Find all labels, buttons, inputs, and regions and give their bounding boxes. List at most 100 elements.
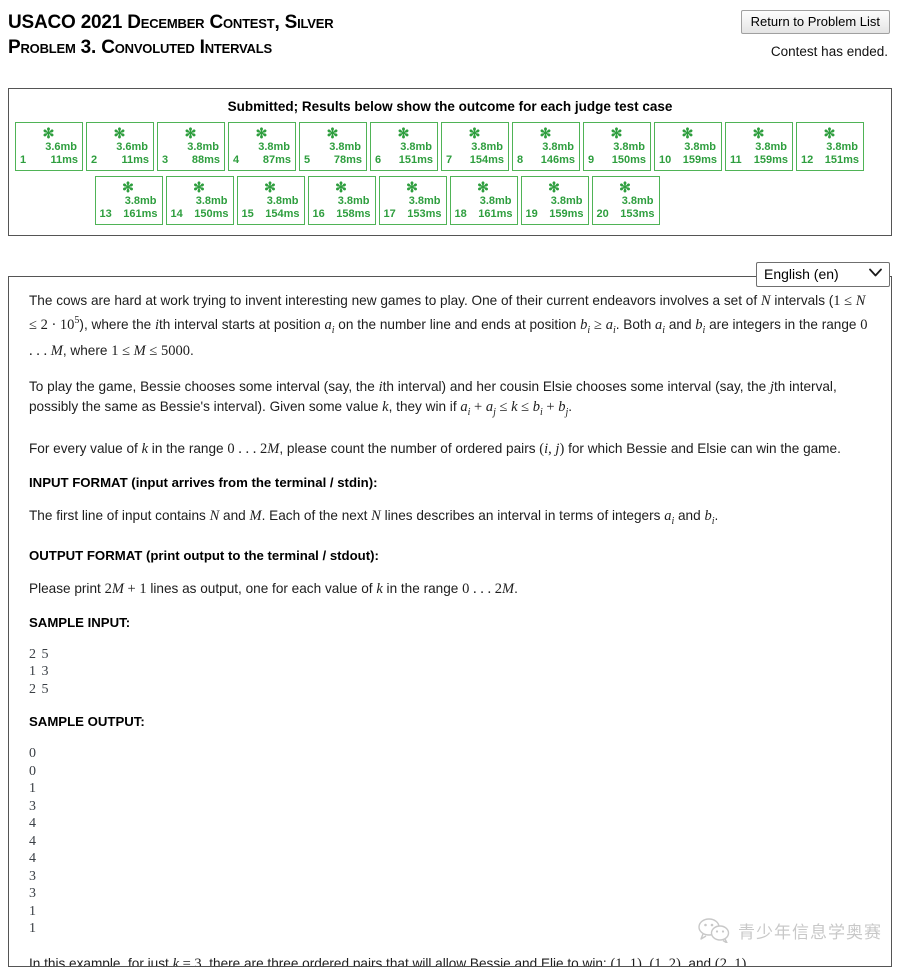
test-case-footer: 3 88ms (161, 154, 220, 167)
test-case-number: 1 (20, 154, 27, 166)
test-case-number: 13 (99, 208, 112, 220)
test-case-footer: 17 153ms (383, 208, 442, 221)
language-select-value: English (en) (764, 266, 839, 282)
problem-statement-panel: The cows are hard at work trying to inve… (8, 276, 892, 967)
test-case-time: 153ms (620, 208, 655, 220)
test-case-memory: 3.8mb (124, 195, 157, 207)
sample-input-heading: SAMPLE INPUT: (29, 614, 131, 630)
problem-paragraph-3: For every value of k in the range 0 . . … (29, 440, 841, 457)
test-case-time: 154ms (265, 208, 300, 220)
test-case-time: 161ms (478, 208, 513, 220)
test-case-number: 5 (304, 154, 311, 166)
test-case-footer: 19 159ms (525, 208, 584, 221)
test-case-box: ✻ 3.8mb 3 88ms (157, 122, 225, 171)
test-case-footer: 9 150ms (587, 154, 646, 167)
test-case-footer: 16 158ms (312, 208, 371, 221)
test-case-box: ✻ 3.8mb 18 161ms (449, 176, 518, 225)
test-case-memory: 3.8mb (337, 195, 370, 207)
test-case-footer: 7 154ms (445, 154, 504, 167)
test-case-pass-icon: ✻ (752, 125, 765, 141)
contest-status-text: Contest has ended. (770, 44, 888, 59)
test-case-pass-icon: ✻ (113, 125, 126, 141)
test-case-footer: 8 146ms (516, 154, 575, 167)
test-case-box: ✻ 3.6mb 1 11ms (15, 122, 83, 171)
test-case-box: ✻ 3.8mb 20 153ms (591, 176, 660, 225)
test-case-footer: 13 161ms (99, 208, 158, 221)
test-case-memory: 3.8mb (684, 141, 716, 153)
test-case-time: 159ms (682, 154, 717, 166)
test-case-box: ✻ 3.8mb 8 146ms (512, 122, 580, 171)
test-case-time: 158ms (336, 208, 371, 220)
test-case-pass-icon: ✻ (468, 125, 481, 141)
test-case-row-2: ✻ 3.8mb 13 161ms ✻ 3.8mb 14 150ms ✻ 3.8mb 15 154ms ✻… (15, 176, 885, 225)
test-case-number: 16 (312, 208, 325, 220)
test-case-footer: 2 11ms (90, 154, 149, 167)
test-case-box: ✻ 3.8mb 9 150ms (583, 122, 651, 171)
test-case-time: 88ms (191, 154, 220, 166)
sample-output-heading: SAMPLE OUTPUT: (29, 714, 145, 729)
test-case-number: 4 (233, 154, 240, 166)
test-case-time: 159ms (549, 208, 584, 220)
test-case-box: ✻ 3.8mb 7 154ms (441, 122, 509, 171)
test-case-time: 153ms (407, 208, 442, 220)
test-case-time: 161ms (123, 208, 158, 220)
test-case-footer: 5 78ms (303, 154, 362, 167)
test-case-time: 146ms (540, 154, 575, 166)
test-case-memory: 3.8mb (613, 141, 645, 153)
test-case-box: ✻ 3.8mb 15 154ms (236, 176, 305, 225)
input-format-heading: INPUT FORMAT (input arrives from the ter… (29, 474, 378, 490)
return-to-problem-list-button[interactable]: Return to Problem List (740, 10, 890, 34)
test-case-memory: 3.8mb (550, 195, 583, 207)
test-case-box: ✻ 3.8mb 4 87ms (228, 122, 296, 171)
test-case-box: ✻ 3.8mb 19 159ms (520, 176, 589, 225)
test-case-footer: 18 161ms (454, 208, 513, 221)
test-case-memory: 3.8mb (329, 141, 361, 153)
test-case-memory: 3.8mb (195, 195, 228, 207)
input-format-text: The first line of input contains N and M… (29, 507, 719, 527)
test-case-number: 20 (596, 208, 609, 220)
test-case-footer: 11 159ms (729, 154, 788, 167)
test-case-box: ✻ 3.8mb 6 151ms (370, 122, 438, 171)
test-case-number: 15 (241, 208, 254, 220)
test-case-number: 8 (517, 154, 524, 166)
test-case-footer: 10 159ms (658, 154, 717, 167)
problem-paragraph-1: The cows are hard at work trying to inve… (29, 293, 868, 359)
test-case-time: 159ms (753, 154, 788, 166)
test-case-pass-icon: ✻ (335, 179, 347, 195)
test-case-memory: 3.8mb (471, 141, 503, 153)
chevron-down-glyph (869, 268, 882, 277)
test-case-memory: 3.8mb (621, 195, 654, 207)
test-case-footer: 4 87ms (232, 154, 291, 167)
test-case-pass-icon: ✻ (406, 179, 418, 195)
test-case-number: 18 (454, 208, 467, 220)
test-case-pass-icon: ✻ (184, 125, 197, 141)
test-case-number: 2 (91, 154, 98, 166)
test-case-pass-icon: ✻ (619, 179, 631, 195)
language-select[interactable]: English (en) (756, 262, 890, 287)
test-case-pass-icon: ✻ (326, 125, 339, 141)
test-case-number: 12 (801, 154, 814, 166)
test-case-pass-icon: ✻ (681, 125, 694, 141)
test-case-pass-icon: ✻ (397, 125, 410, 141)
language-select-container: English (en) (756, 262, 890, 287)
test-case-box: ✻ 3.8mb 5 78ms (299, 122, 367, 171)
test-case-pass-icon: ✻ (122, 179, 134, 195)
test-case-memory: 3.6mb (45, 141, 77, 153)
test-case-footer: 1 11ms (19, 154, 78, 167)
test-case-footer: 14 150ms (170, 208, 229, 221)
test-case-number: 9 (588, 154, 595, 166)
test-case-memory: 3.8mb (755, 141, 787, 153)
test-case-memory: 3.8mb (479, 195, 512, 207)
test-case-number: 3 (162, 154, 169, 166)
test-case-footer: 12 151ms (800, 154, 859, 167)
test-case-time: 150ms (611, 154, 646, 166)
test-case-footer: 20 153ms (596, 208, 655, 221)
test-case-pass-icon: ✻ (264, 179, 276, 195)
test-case-box: ✻ 3.8mb 14 150ms (165, 176, 234, 225)
problem-paragraph-2: To play the game, Bessie chooses some in… (29, 378, 837, 418)
test-case-pass-icon: ✻ (193, 179, 205, 195)
test-case-number: 7 (446, 154, 453, 166)
chevron-down-icon (869, 268, 882, 280)
test-case-box: ✻ 3.8mb 10 159ms (654, 122, 722, 171)
test-case-row-1: ✻ 3.6mb 1 11ms ✻ 3.6mb 2 11ms ✻ 3.8mb 3 88ms ✻ 3.8mb 4… (15, 122, 885, 171)
